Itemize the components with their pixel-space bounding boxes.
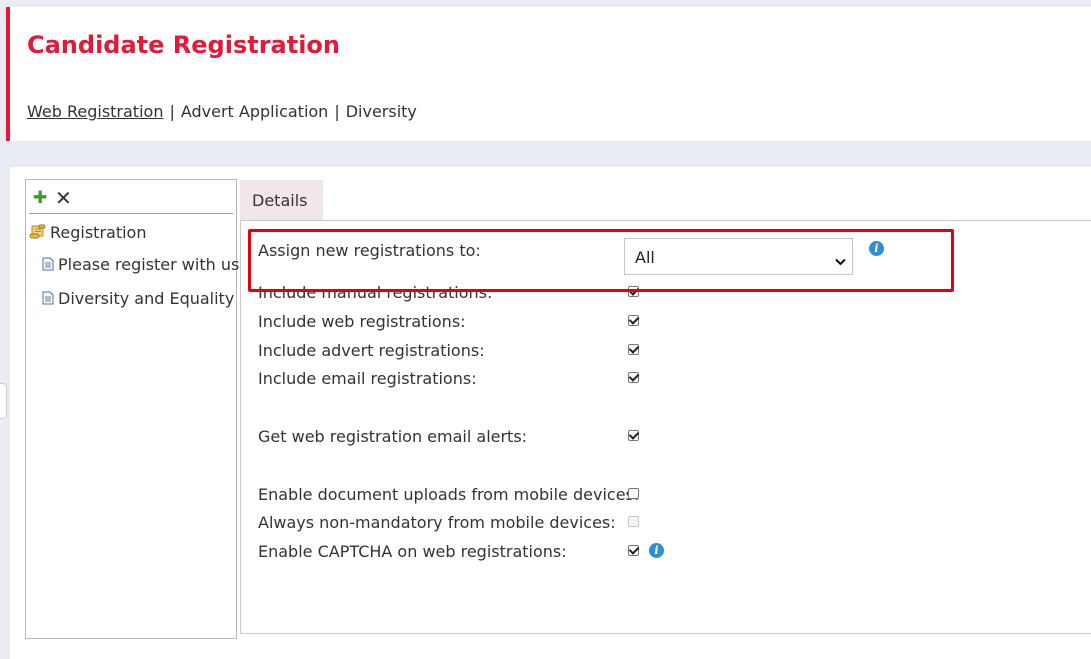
plus-icon[interactable]: ✚ — [33, 187, 53, 209]
mobile-uploads-checkbox[interactable] — [628, 488, 639, 499]
tree-item-diversity-equality[interactable]: Diversity and Equality — [42, 289, 234, 309]
captcha-checkbox[interactable] — [628, 545, 639, 556]
page-header: Candidate Registration Web Registration |… — [6, 7, 1091, 141]
info-icon[interactable]: i — [869, 241, 884, 256]
email-alerts-checkbox[interactable] — [628, 430, 639, 441]
tree-item-label: Registration — [50, 223, 147, 242]
include-advert-label: Include advert registrations: — [258, 341, 485, 360]
document-icon — [42, 290, 54, 309]
tab-details[interactable]: Details — [240, 180, 323, 220]
include-manual-checkbox[interactable] — [628, 286, 639, 297]
tree-panel: ✚ ✕ Registration Please register with us — [25, 179, 239, 639]
tree-item-label: Diversity and Equality — [58, 289, 235, 308]
include-advert-checkbox[interactable] — [628, 344, 639, 355]
chevron-down-icon — [835, 251, 846, 270]
tree-item-please-register[interactable]: Please register with us — [42, 255, 239, 275]
tree-item-label: Please register with us — [58, 255, 240, 274]
include-web-label: Include web registrations: — [258, 312, 466, 331]
mobile-uploads-label: Enable document uploads from mobile devi… — [258, 485, 640, 504]
subnav: Web Registration | Advert Application | Dive… — [27, 102, 417, 121]
captcha-label: Enable CAPTCHA on web registrations: — [258, 542, 567, 561]
document-icon — [42, 256, 54, 275]
include-web-checkbox[interactable] — [628, 315, 639, 326]
include-email-label: Include email registrations: — [258, 369, 477, 388]
assign-select[interactable]: All — [624, 238, 853, 275]
subnav-separator: | — [169, 102, 175, 121]
include-email-checkbox[interactable] — [628, 372, 639, 383]
email-alerts-label: Get web registration email alerts: — [258, 427, 528, 446]
page-title: Candidate Registration — [27, 31, 341, 59]
subnav-link-advert-application[interactable]: Advert Application — [181, 102, 328, 121]
tree-toolbar: ✚ ✕ — [29, 183, 233, 214]
subnav-separator: | — [334, 102, 340, 121]
subnav-link-web-registration[interactable]: Web Registration — [27, 102, 163, 121]
scroll-icon — [29, 224, 46, 243]
info-icon[interactable]: i — [649, 543, 664, 558]
assign-label: Assign new registrations to: — [258, 241, 481, 260]
non-mandatory-label: Always non-mandatory from mobile devices… — [258, 513, 616, 532]
subnav-link-diversity[interactable]: Diversity — [346, 102, 417, 121]
assign-select-value: All — [635, 248, 655, 267]
include-manual-label: Include manual registrations: — [258, 283, 493, 302]
close-icon[interactable]: ✕ — [55, 187, 75, 209]
tree-item-registration[interactable]: Registration — [29, 223, 146, 243]
sidebar-toggle-handle[interactable] — [0, 383, 7, 419]
non-mandatory-checkbox — [628, 516, 639, 527]
